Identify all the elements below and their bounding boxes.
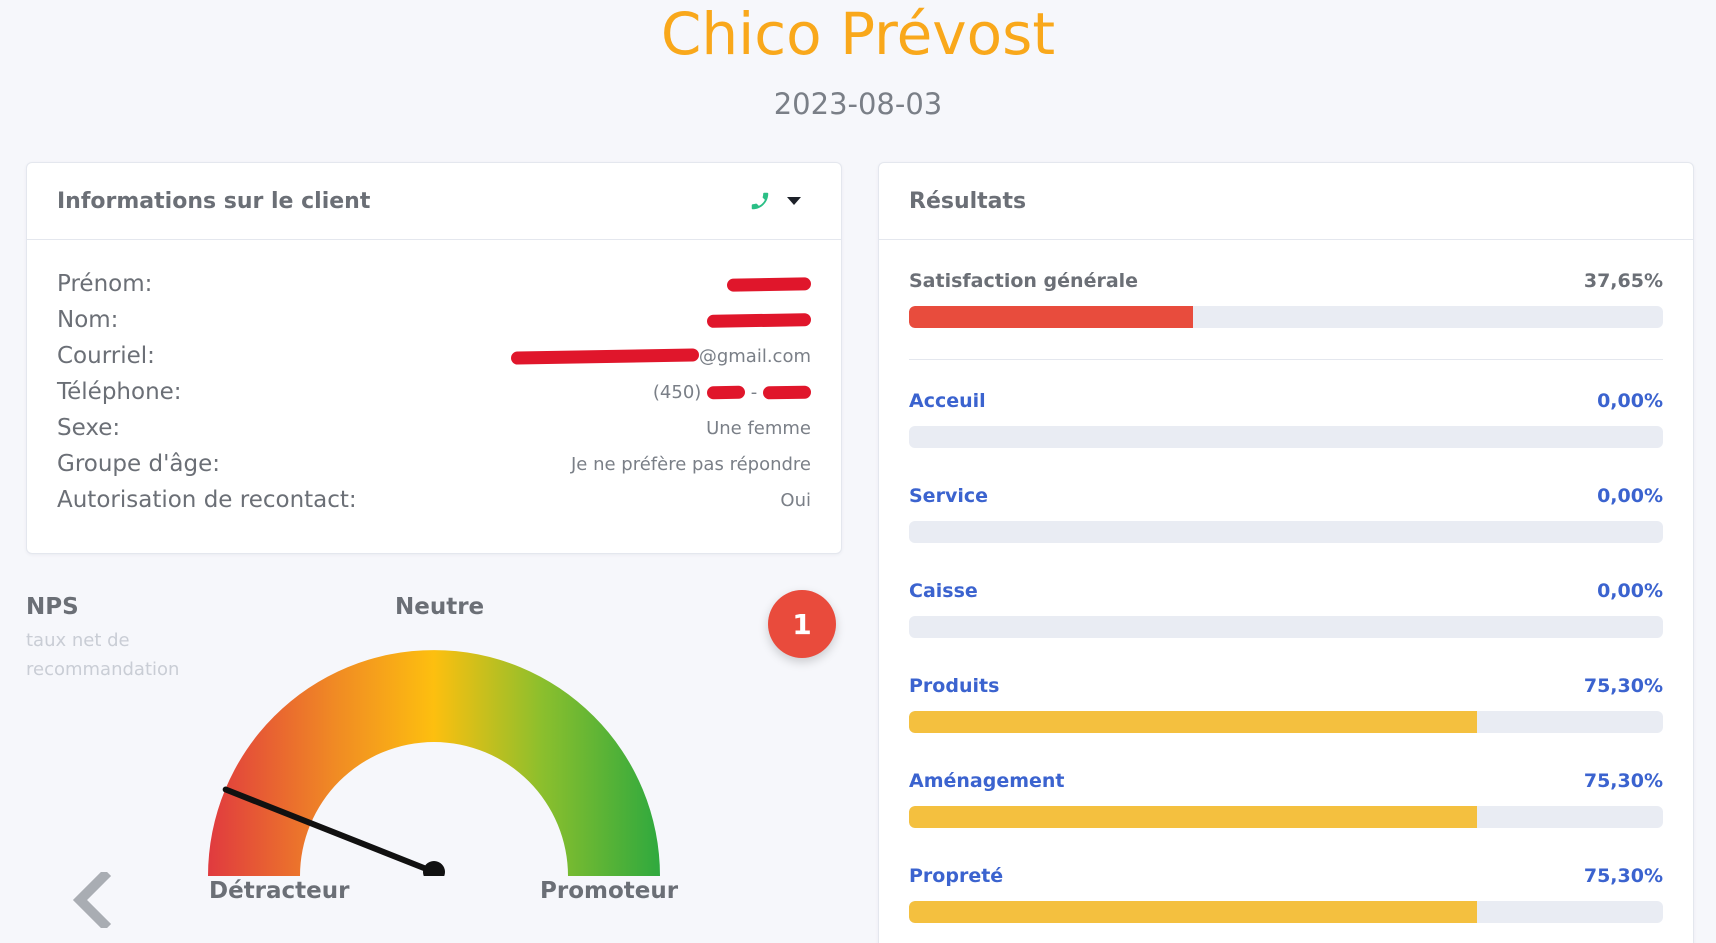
gauge-label-promoter: Promoteur [540, 878, 679, 904]
gauge-label-detractor: Détracteur [209, 878, 350, 904]
result-value: 0,00% [1597, 485, 1663, 507]
phone-separator: - [750, 381, 758, 403]
page-date: 2023-08-03 [773, 87, 943, 121]
gauge-label-neutral: Neutre [395, 594, 485, 620]
progress-track [909, 806, 1663, 828]
results-list: Satisfaction générale 37,65% Acceuil 0,0… [879, 240, 1693, 930]
progress-track [909, 521, 1663, 543]
info-label: Prénom: [57, 271, 153, 297]
info-row-recontact: Autorisation de recontact: Oui [57, 482, 811, 518]
info-value: Je ne préfère pas répondre [570, 453, 811, 475]
info-row-age: Groupe d'âge: Je ne préfère pas répondre [57, 446, 811, 482]
chevron-down-icon [787, 197, 801, 205]
info-label: Autorisation de recontact: [57, 487, 357, 513]
progress-track [909, 901, 1663, 923]
result-value: 75,30% [1583, 865, 1663, 887]
info-label: Courriel: [57, 343, 155, 369]
client-info-header: Informations sur le client [27, 163, 841, 240]
result-row[interactable]: Acceuil 0,00% [909, 360, 1663, 455]
result-label[interactable]: Acceuil [909, 390, 986, 412]
info-row-telephone: Téléphone: (450) - [57, 374, 812, 410]
results-card: Résultats Satisfaction générale 37,65% A… [878, 162, 1694, 943]
result-value: 37,65% [1583, 270, 1663, 292]
result-row[interactable]: Service 0,00% [909, 455, 1663, 550]
client-info-list: Prénom: Nom: Courriel: @gmail.com Téléph… [27, 240, 841, 518]
progress-track [909, 616, 1663, 638]
result-row-overall: Satisfaction générale 37,65% [909, 240, 1663, 335]
info-value: Oui [780, 489, 811, 511]
info-value-redacted [706, 310, 812, 331]
info-label: Nom: [57, 307, 119, 333]
back-chevron-icon[interactable] [70, 872, 114, 928]
progress-track [909, 426, 1663, 448]
page: Chico Prévost 2023-08-03 Informations su… [0, 0, 1716, 943]
gauge-arc [208, 650, 660, 876]
nps-gauge [208, 650, 660, 876]
info-label: Groupe d'âge: [57, 451, 220, 477]
result-label[interactable]: Produits [909, 675, 999, 697]
result-label: Satisfaction générale [909, 270, 1139, 292]
result-row[interactable]: Produits 75,30% [909, 645, 1663, 740]
result-label[interactable]: Caisse [909, 580, 978, 602]
gauge-needle-hub [423, 861, 445, 876]
page-title: Chico Prévost [660, 0, 1056, 68]
email-domain: @gmail.com [698, 345, 811, 367]
result-label[interactable]: Service [909, 485, 988, 507]
progress-fill [909, 306, 1193, 328]
result-value: 75,30% [1583, 770, 1663, 792]
result-value: 0,00% [1597, 390, 1663, 412]
result-row[interactable]: Aménagement 75,30% [909, 740, 1663, 835]
progress-fill [909, 901, 1477, 923]
result-label[interactable]: Propreté [909, 865, 1003, 887]
result-value: 0,00% [1597, 580, 1663, 602]
info-label: Sexe: [57, 415, 121, 441]
results-title: Résultats [909, 188, 1027, 214]
info-value-email: @gmail.com [510, 345, 811, 367]
info-value-phone: (450) - [652, 381, 812, 403]
phone-dropdown-button[interactable] [749, 190, 801, 212]
info-row-courriel: Courriel: @gmail.com [57, 338, 811, 374]
nps-subtitle: taux net de recommandation [26, 630, 180, 680]
progress-track [909, 306, 1663, 328]
result-value: 75,30% [1583, 675, 1663, 697]
progress-fill [909, 806, 1477, 828]
count-badge[interactable]: 1 [768, 590, 836, 658]
client-info-title: Informations sur le client [57, 188, 371, 214]
phone-prefix: (450) [652, 381, 702, 403]
nps-title: NPS [26, 594, 79, 620]
results-header: Résultats [879, 163, 1693, 240]
info-value: Une femme [706, 417, 811, 439]
info-row-nom: Nom: [57, 302, 812, 338]
info-label: Téléphone: [57, 379, 182, 405]
result-label[interactable]: Aménagement [909, 770, 1065, 792]
info-row-sexe: Sexe: Une femme [57, 410, 811, 446]
client-info-card: Informations sur le client Prénom: Nom: … [26, 162, 842, 554]
progress-track [909, 711, 1663, 733]
info-value-redacted [726, 274, 812, 295]
result-row[interactable]: Propreté 75,30% [909, 835, 1663, 930]
info-row-prenom: Prénom: [57, 266, 812, 302]
progress-fill [909, 711, 1477, 733]
result-row[interactable]: Caisse 0,00% [909, 550, 1663, 645]
phone-icon [751, 192, 769, 210]
